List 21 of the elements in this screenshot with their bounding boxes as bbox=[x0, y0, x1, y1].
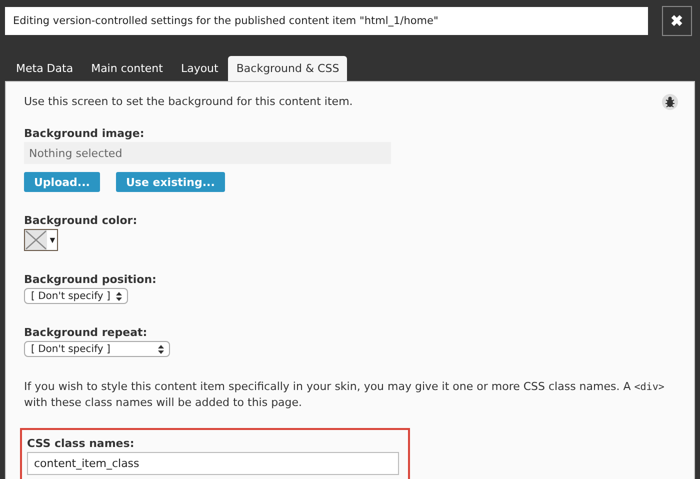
select-dropdown[interactable]: [ Don't specify ] bbox=[24, 288, 128, 304]
tab[interactable]: Meta Data bbox=[8, 56, 82, 81]
sort-arrows-icon bbox=[116, 292, 122, 300]
field-label: Background position: bbox=[24, 273, 158, 286]
close-button[interactable]: ✖ bbox=[662, 6, 692, 36]
field-label: Background color: bbox=[24, 214, 138, 227]
field-label: Background repeat: bbox=[24, 326, 148, 339]
image-field: Nothing selected bbox=[24, 142, 391, 164]
bug-icon[interactable] bbox=[662, 94, 678, 110]
dialog-title: Editing version-controlled settings for the published content item "html_1/home" bbox=[5, 7, 648, 35]
intro-text: Use this screen to set the background for this content item. bbox=[24, 94, 353, 109]
field-label: Background image: bbox=[24, 127, 146, 140]
sort-arrows-icon bbox=[158, 344, 164, 354]
tab[interactable]: Background & CSS bbox=[228, 56, 348, 81]
field-label: CSS class names: bbox=[27, 437, 136, 450]
color-picker-button[interactable]: ▼ bbox=[24, 229, 58, 251]
tab[interactable]: Layout bbox=[172, 56, 226, 81]
select-dropdown[interactable]: [ Don't specify ] bbox=[24, 341, 170, 357]
css-help-text: If you wish to style this content item specifically in your skin, you may give it one or more CSS class names. A <div> with these class names will be added to this page. bbox=[24, 379, 666, 410]
css-class-input[interactable]: content_item_class bbox=[27, 452, 399, 475]
tab[interactable]: Main content bbox=[83, 56, 171, 81]
